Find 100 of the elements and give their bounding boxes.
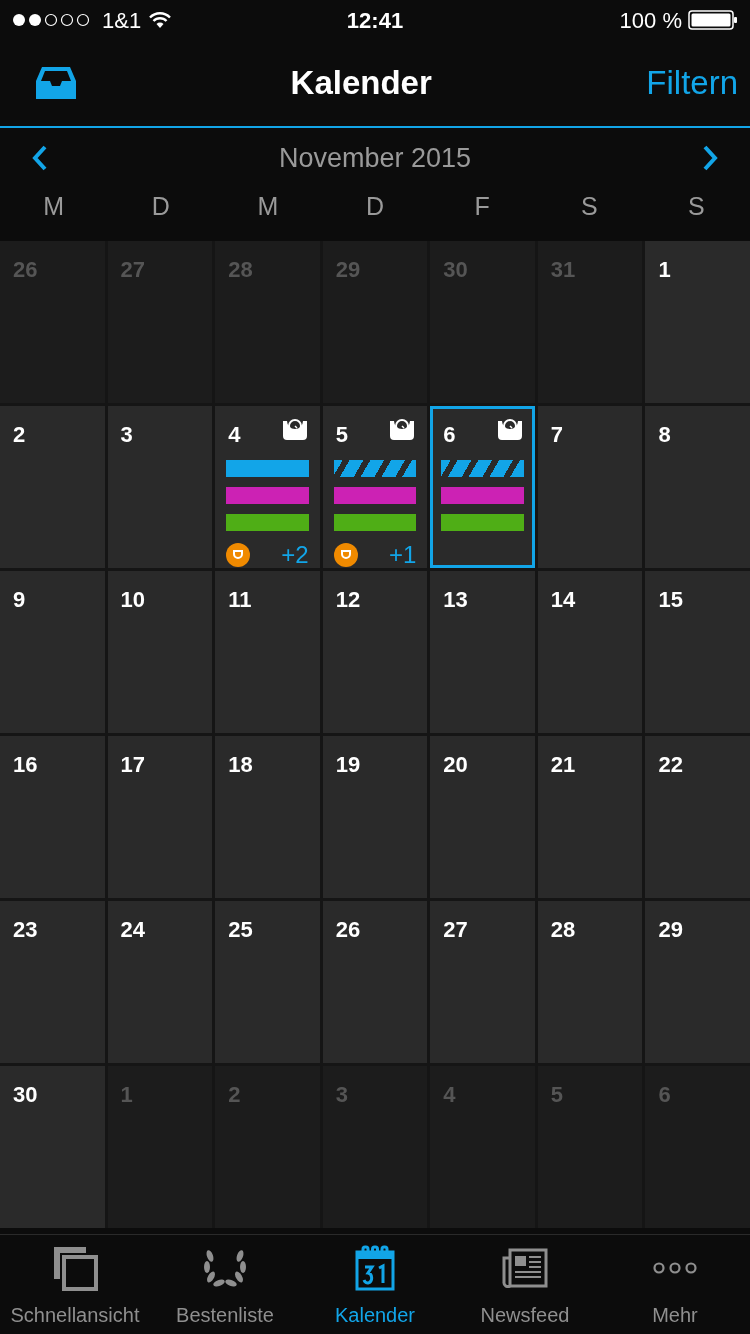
day-number: 21 (550, 751, 576, 779)
day-cell[interactable]: 15 (645, 571, 750, 733)
status-time: 12:41 (346, 6, 404, 35)
day-cell[interactable]: 10 (107, 571, 213, 733)
day-cell[interactable]: 9 (0, 571, 105, 733)
laurel-wreath-icon (202, 1248, 248, 1288)
day-cell[interactable]: 30 (0, 1066, 105, 1228)
day-number: 2 (228, 1081, 241, 1109)
day-number: 1 (120, 1081, 133, 1109)
day-number: 22 (658, 751, 683, 779)
day-number: 27 (120, 256, 146, 284)
day-number: 29 (335, 256, 361, 284)
day-number: 4 (443, 1081, 456, 1109)
day-number: 16 (13, 751, 38, 779)
day-number: 5 (335, 421, 348, 449)
weekday-label: D (365, 191, 384, 222)
day-number: 23 (13, 916, 38, 944)
month-title: November 2015 (277, 141, 473, 175)
day-number: 26 (13, 256, 38, 284)
tab-bar-item[interactable]: Schnellansicht (0, 1235, 150, 1334)
day-cell[interactable]: 12 (322, 571, 428, 733)
event-bar[interactable] (333, 514, 417, 531)
day-cell[interactable]: 29 (645, 901, 750, 1063)
day-number: 10 (120, 586, 146, 614)
day-cell[interactable]: 22 (645, 736, 750, 898)
day-number: 31 (550, 256, 576, 284)
day-cell[interactable]: 26 (322, 901, 428, 1063)
day-cell[interactable]: 7 (537, 406, 643, 568)
battery-percent: 100 % (619, 6, 682, 35)
day-number: 5 (550, 1081, 564, 1109)
inbox-icon[interactable] (36, 67, 76, 99)
day-number: 19 (335, 751, 361, 779)
weekday-label: D (151, 191, 170, 222)
day-number: 25 (228, 916, 253, 944)
day-number: 24 (120, 916, 146, 944)
event-bar[interactable] (441, 460, 524, 477)
day-cell[interactable]: 13 (430, 571, 535, 733)
next-month-icon[interactable] (702, 144, 720, 172)
tab-bar-item[interactable]: Bestenliste (150, 1235, 300, 1334)
day-cell[interactable]: 14 (537, 571, 643, 733)
day-cell[interactable]: 5 +1 (322, 406, 428, 568)
day-number: 28 (228, 256, 253, 284)
day-cell[interactable]: 17 (107, 736, 213, 898)
day-cell[interactable]: 25 (215, 901, 320, 1063)
day-number: 28 (550, 916, 576, 944)
day-cell[interactable]: 21 (537, 736, 643, 898)
tab-bar-item[interactable]: Kalender (300, 1235, 450, 1334)
weekday-label: M (43, 191, 64, 222)
battery-icon (688, 10, 738, 30)
day-number: 11 (228, 586, 252, 614)
day-number: 14 (550, 586, 576, 614)
day-number: 3 (335, 1081, 348, 1109)
newspaper-icon (502, 1248, 548, 1288)
day-number: 4 (228, 421, 241, 449)
event-bar[interactable] (333, 460, 417, 477)
day-cell[interactable]: 6 (430, 406, 535, 568)
day-number: 3 (120, 421, 133, 449)
day-cell[interactable]: 3 (107, 406, 213, 568)
day-number: 1 (658, 256, 671, 284)
day-cell[interactable]: 2 (0, 406, 105, 568)
day-number: 7 (550, 421, 564, 449)
day-number: 12 (335, 586, 361, 614)
more-events-count: +2 (281, 543, 309, 567)
day-cell[interactable]: 8 (645, 406, 750, 568)
day-cell[interactable]: 1 (645, 241, 750, 403)
filter-button[interactable]: Filtern (646, 58, 738, 108)
day-cell[interactable]: 18 (215, 736, 320, 898)
carrier-name: 1&1 (102, 6, 142, 35)
weekday-label: F (474, 191, 490, 222)
day-cell[interactable]: 27 (430, 901, 535, 1063)
day-number: 29 (658, 916, 683, 944)
day-number: 20 (443, 751, 468, 779)
weekday-label: S (580, 191, 598, 222)
day-cell[interactable]: 19 (322, 736, 428, 898)
more-events-count: +1 (388, 543, 417, 567)
stacked-squares-icon (52, 1245, 98, 1291)
day-number: 27 (443, 916, 468, 944)
day-number: 30 (13, 1081, 38, 1109)
day-cell[interactable]: 23 (0, 901, 105, 1063)
day-cell[interactable]: 20 (430, 736, 535, 898)
previous-month-icon[interactable] (30, 144, 48, 172)
day-cell[interactable]: 24 (107, 901, 213, 1063)
day-number: 30 (443, 256, 468, 284)
screen-title: Kalender (289, 63, 433, 104)
day-number: 15 (658, 586, 683, 614)
day-cell[interactable]: 11 (215, 571, 320, 733)
day-number: 8 (658, 421, 671, 449)
day-cell[interactable]: 28 (537, 901, 643, 1063)
day-number: 18 (228, 751, 253, 779)
calendar-icon (355, 1245, 395, 1291)
weekday-label: M (257, 191, 279, 222)
day-cell[interactable]: 16 (0, 736, 105, 898)
event-bar[interactable] (333, 487, 417, 504)
tab-bar-item[interactable]: Mehr (600, 1235, 750, 1334)
more-icon (652, 1262, 698, 1274)
weekday-label: S (688, 191, 705, 222)
day-number: 13 (443, 586, 468, 614)
tab-bar-item[interactable]: Newsfeed (450, 1235, 600, 1334)
day-number: 6 (658, 1081, 671, 1109)
day-number: 9 (13, 586, 26, 614)
